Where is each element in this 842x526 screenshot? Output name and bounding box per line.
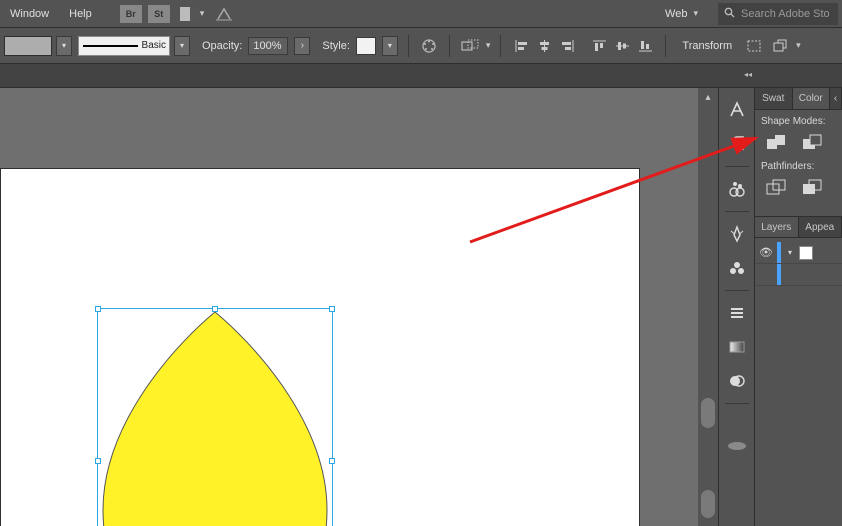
- layer-thumbnail: [799, 246, 813, 260]
- stroke-preset-label: Basic: [142, 40, 169, 51]
- layer-selection-indicator: [777, 242, 781, 263]
- isolate-group-icon[interactable]: [770, 37, 790, 55]
- canvas[interactable]: [0, 88, 698, 526]
- menu-window[interactable]: Window: [0, 4, 59, 24]
- color-panel-icon[interactable]: [725, 177, 749, 201]
- graphic-style-dropdown[interactable]: ▾: [382, 36, 398, 56]
- selection-handle[interactable]: [95, 458, 101, 464]
- tab-layers[interactable]: Layers: [755, 217, 799, 237]
- bridge-icon[interactable]: Br: [120, 5, 142, 23]
- shape-properties-icon[interactable]: [744, 37, 764, 55]
- asset-export-panel-icon[interactable]: [725, 434, 749, 458]
- align-left-icon[interactable]: [511, 37, 531, 55]
- align-right-icon[interactable]: [557, 37, 577, 55]
- align-top-icon[interactable]: [589, 37, 609, 55]
- transparency-panel-icon[interactable]: [725, 369, 749, 393]
- gpu-preview-icon[interactable]: [214, 5, 234, 23]
- recolor-artwork-icon[interactable]: [419, 37, 439, 55]
- selection-handle[interactable]: [212, 306, 218, 312]
- search-icon: [724, 7, 735, 21]
- tab-more[interactable]: ‹: [830, 88, 842, 109]
- align-bottom-icon[interactable]: [635, 37, 655, 55]
- layers-panel: 👁 ▾ ·: [755, 238, 842, 290]
- menu-help[interactable]: Help: [59, 4, 102, 24]
- workspace-switcher[interactable]: Web ▾: [655, 4, 708, 24]
- tab-appearance[interactable]: Appea: [799, 217, 842, 237]
- selection-handle[interactable]: [329, 458, 335, 464]
- gradient-panel-icon[interactable]: [725, 335, 749, 359]
- symbols-panel-icon[interactable]: [725, 256, 749, 280]
- divide-icon[interactable]: [765, 178, 787, 196]
- layer-selection-indicator: [777, 264, 781, 285]
- search-stock-input[interactable]: Search Adobe Sto: [718, 3, 838, 25]
- layer-row[interactable]: 👁 ▾: [755, 242, 842, 264]
- workspace-label: Web: [665, 8, 687, 20]
- fill-color-swatch[interactable]: [4, 36, 52, 56]
- trim-icon[interactable]: [801, 178, 823, 196]
- pathfinder-panel: Shape Modes: Pathfinders:: [755, 110, 842, 216]
- layer-row[interactable]: ·: [755, 264, 842, 286]
- tab-swatches[interactable]: Swat: [755, 88, 793, 109]
- selection-handle[interactable]: [329, 306, 335, 312]
- brushes-panel-icon[interactable]: [725, 222, 749, 246]
- transform-panel-link[interactable]: Transform: [682, 40, 732, 52]
- selection-handle[interactable]: [95, 306, 101, 312]
- align-to-dropdown-icon[interactable]: ▾: [486, 40, 491, 51]
- character-panel-icon[interactable]: [725, 98, 749, 122]
- fill-dropdown[interactable]: ▾: [56, 36, 72, 56]
- unite-icon[interactable]: [765, 133, 787, 151]
- minus-front-icon[interactable]: [801, 133, 823, 151]
- opacity-input[interactable]: 100%: [248, 37, 288, 55]
- isolate-dropdown-icon[interactable]: ▾: [796, 40, 801, 51]
- stroke-profile[interactable]: Basic: [78, 36, 170, 56]
- arrange-documents-icon[interactable]: [180, 7, 200, 21]
- opacity-step-icon[interactable]: ›: [294, 37, 310, 55]
- visibility-toggle-icon[interactable]: 👁: [759, 246, 773, 259]
- pathfinders-heading: Pathfinders:: [761, 161, 836, 172]
- opacity-label: Opacity:: [202, 40, 242, 52]
- panel-dock: ◂◂: [718, 88, 754, 526]
- scroll-up-icon[interactable]: ▴: [698, 88, 718, 106]
- align-hcenter-icon[interactable]: [534, 37, 554, 55]
- twirl-down-icon[interactable]: ▾: [785, 248, 795, 257]
- tab-color[interactable]: Color: [793, 88, 831, 109]
- search-placeholder: Search Adobe Sto: [741, 8, 830, 20]
- collapse-dock-icon[interactable]: ◂◂: [744, 70, 752, 79]
- stock-icon[interactable]: St: [148, 5, 170, 23]
- arrange-documents-dropdown-icon[interactable]: ▾: [200, 8, 205, 19]
- stroke-dropdown[interactable]: ▾: [174, 36, 190, 56]
- style-label: Style:: [322, 40, 350, 52]
- shape-modes-heading: Shape Modes:: [761, 116, 836, 127]
- chevron-down-icon: ▾: [693, 8, 698, 19]
- vertical-scrollbar[interactable]: ▴: [698, 88, 718, 526]
- graphic-style-swatch[interactable]: [356, 37, 376, 55]
- scroll-thumb[interactable]: [701, 490, 715, 518]
- paragraph-panel-icon[interactable]: [725, 132, 749, 156]
- document-tab-bar: [0, 64, 842, 88]
- selection-bounding-box: [97, 308, 333, 526]
- align-to-selection-icon[interactable]: [460, 37, 480, 55]
- scroll-thumb[interactable]: [701, 398, 715, 428]
- stroke-panel-icon[interactable]: [725, 301, 749, 325]
- align-vcenter-icon[interactable]: [612, 37, 632, 55]
